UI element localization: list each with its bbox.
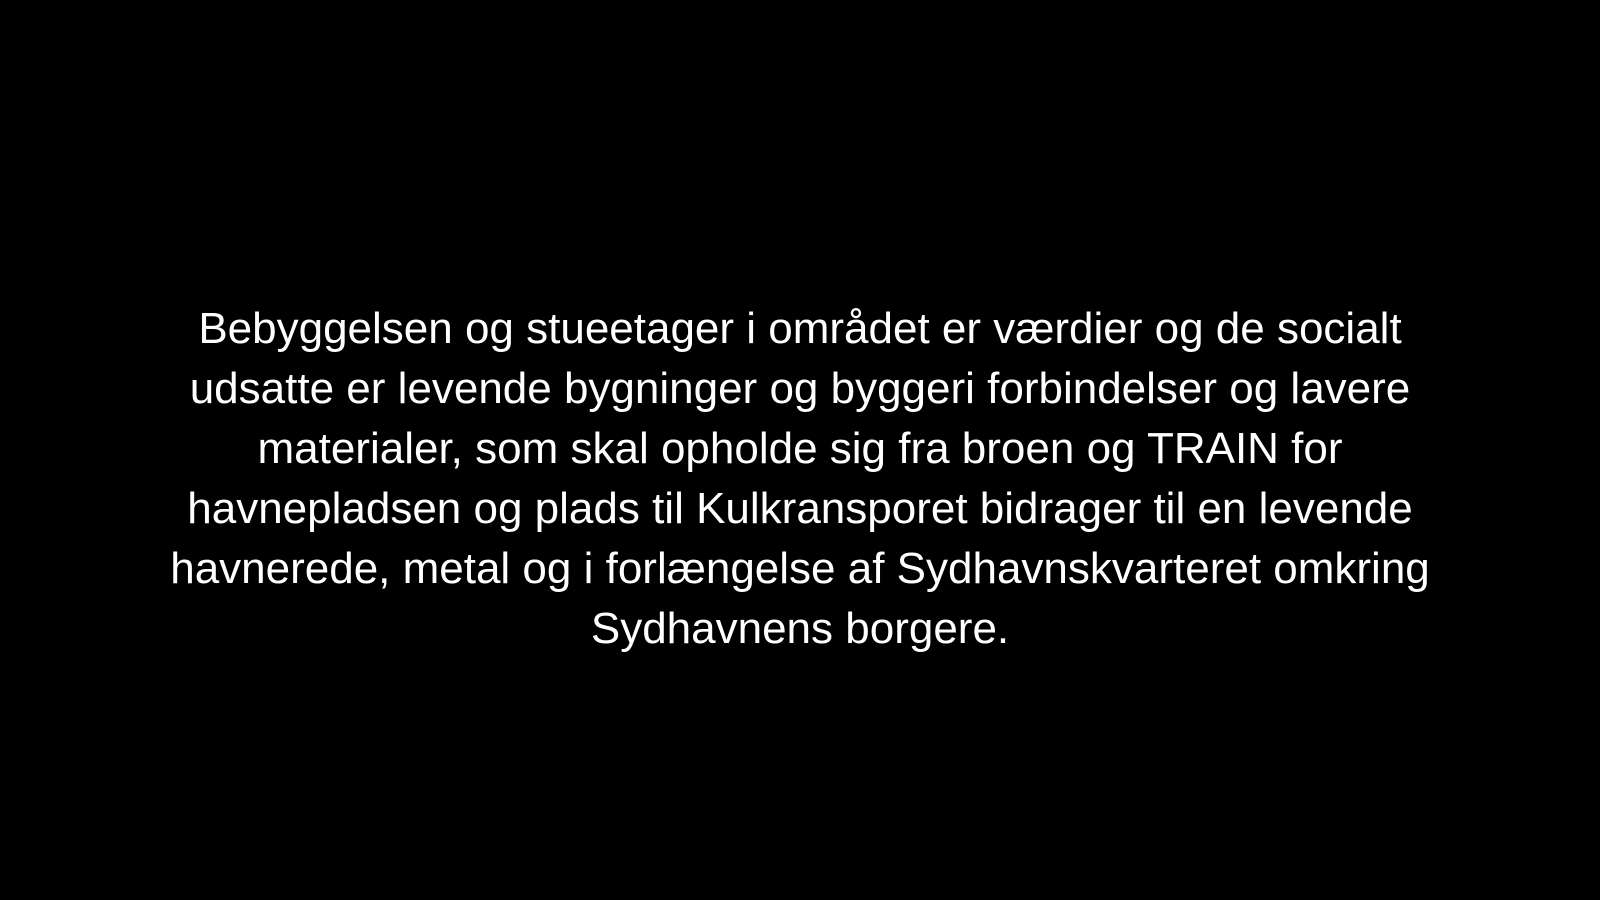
caption-line-2: udsatte er levende bygninger og byggeri …	[189, 364, 1411, 413]
caption-line-5: havnerede, metal og i forlængelse af Syd…	[170, 544, 1430, 593]
caption-line-3: materialer, som skal opholde sig fra bro…	[257, 424, 1343, 473]
caption-line-6: Sydhavnens borgere.	[590, 604, 1010, 653]
caption-line-1: Bebyggelsen og stueetager i området er v…	[198, 304, 1402, 353]
text-slide: Bebyggelsen og stueetager i området er v…	[0, 0, 1600, 900]
caption-text: Bebyggelsen og stueetager i området er v…	[100, 299, 1500, 659]
caption-line-4: havnepladsen og plads til Kulkransporet …	[187, 484, 1413, 533]
